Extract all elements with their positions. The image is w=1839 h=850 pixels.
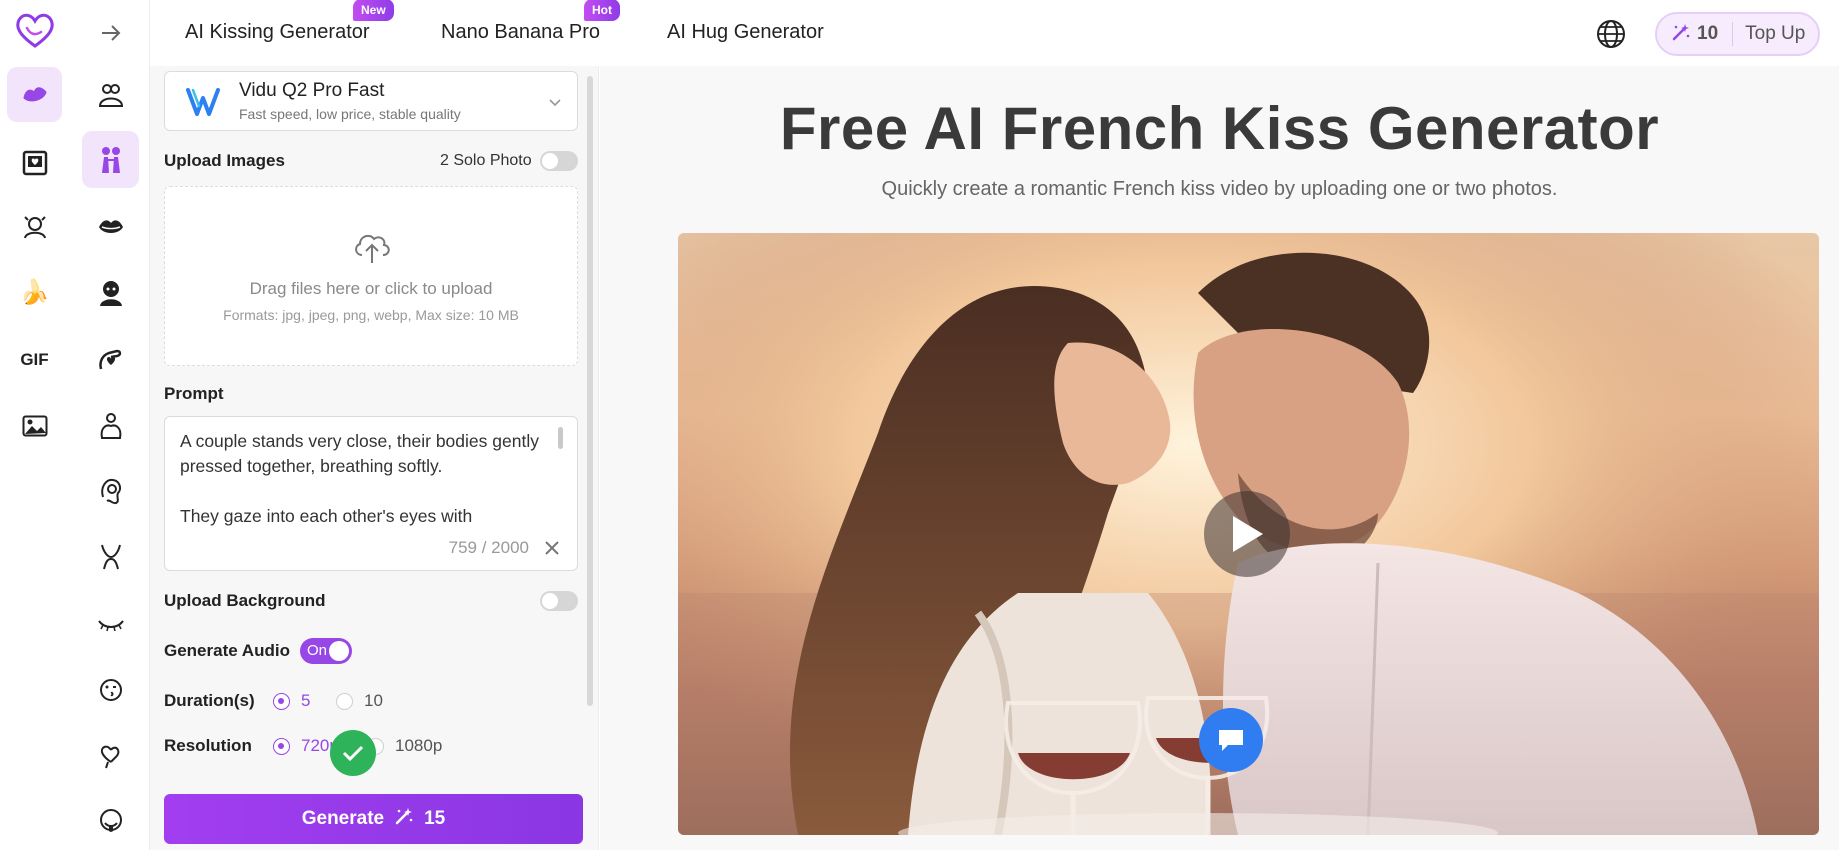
rail-kiss-lips-icon[interactable]: [7, 67, 62, 122]
language-globe-icon[interactable]: [1595, 18, 1627, 50]
solo-photo-toggle[interactable]: [540, 151, 578, 171]
vidu-logo-icon: [185, 86, 221, 118]
credits-topup-pill[interactable]: 10 Top Up: [1655, 12, 1820, 56]
clear-prompt-icon[interactable]: [543, 539, 561, 557]
duration-radio-5[interactable]: [273, 693, 290, 710]
generate-cost: 15: [424, 808, 446, 829]
model-select[interactable]: Vidu Q2 Pro Fast Fast speed, low price, …: [164, 71, 578, 131]
rail-hand-heart-icon[interactable]: [82, 331, 139, 388]
duration-radio-10[interactable]: [336, 693, 353, 710]
nav-link-ai-kissing-generator[interactable]: AI Kissing Generator: [185, 21, 370, 44]
generate-button[interactable]: Generate 15: [164, 794, 583, 844]
nav-link-label: AI Kissing Generator: [185, 21, 370, 43]
solo-photo-label: 2 Solo Photo: [440, 152, 532, 169]
rail-image-icon[interactable]: [7, 398, 62, 453]
rail-kiss-face-icon[interactable]: [82, 661, 139, 718]
image-upload-dropzone[interactable]: Drag files here or click to upload Forma…: [164, 186, 578, 366]
generator-form-panel: Vidu Q2 Pro Fast Fast speed, low price, …: [150, 66, 599, 850]
page-title: Free AI French Kiss Generator: [779, 95, 1660, 162]
chevron-down-icon: [547, 94, 563, 110]
rail-embrace-icon[interactable]: [82, 397, 139, 454]
play-button-icon[interactable]: [1204, 491, 1290, 577]
upload-formats: Formats: jpg, jpeg, png, webp, Max size:…: [223, 307, 519, 323]
expand-arrow-icon[interactable]: [82, 4, 139, 61]
rail-heart-hand-icon[interactable]: [82, 727, 139, 784]
resolution-option-1080p[interactable]: 1080p: [395, 736, 442, 756]
gif-label: GIF: [20, 349, 49, 369]
toggle-state: On: [307, 642, 328, 659]
upload-instruction: Drag files here or click to upload: [249, 279, 493, 298]
prompt-char-count: 759 / 2000: [448, 538, 529, 557]
rail-hair-icon[interactable]: [82, 462, 139, 519]
nav-link-nano-banana-pro[interactable]: Nano Banana Pro: [441, 21, 600, 44]
duration-option-5[interactable]: 5: [301, 691, 310, 711]
hot-badge: Hot: [584, 0, 620, 21]
upload-background-toggle[interactable]: [540, 591, 578, 611]
upload-images-label: Upload Images: [164, 151, 285, 170]
rail-person-icon[interactable]: [82, 264, 139, 321]
generate-audio-label: Generate Audio: [164, 641, 290, 660]
duration-label: Duration(s): [164, 691, 255, 710]
rail-couple-icon[interactable]: [82, 66, 139, 123]
primary-rail: 🍌 GIF: [0, 0, 70, 850]
cloud-upload-icon: [351, 229, 393, 265]
nav-link-label: Nano Banana Pro: [441, 21, 601, 43]
page-subtitle: Quickly create a romantic French kiss vi…: [881, 178, 1558, 200]
credits-count: 10: [1697, 23, 1719, 44]
rail-gif-item[interactable]: GIF: [7, 332, 62, 387]
prompt-scrollbar[interactable]: [558, 427, 563, 449]
magic-wand-icon: [394, 806, 414, 832]
nav-link-label: AI Hug Generator: [667, 21, 824, 43]
secondary-rail: [70, 0, 150, 850]
model-name: Vidu Q2 Pro Fast: [239, 80, 385, 101]
rail-banana-icon[interactable]: 🍌: [7, 265, 62, 320]
generate-label: Generate: [301, 808, 385, 829]
check-success-icon: [330, 730, 376, 776]
top-navigation: AI Kissing Generator New Nano Banana Pro…: [150, 0, 1839, 66]
rail-hug-couple-icon[interactable]: [82, 131, 139, 188]
heart-logo-icon[interactable]: [13, 10, 57, 50]
upload-background-label: Upload Background: [164, 591, 326, 610]
prompt-label: Prompt: [164, 384, 224, 403]
rail-photo-heart-icon[interactable]: [7, 135, 62, 190]
nav-link-ai-hug-generator[interactable]: AI Hug Generator: [667, 21, 824, 44]
duration-option-10[interactable]: 10: [364, 691, 383, 711]
generate-audio-toggle[interactable]: On: [300, 638, 352, 664]
rail-face-swap-icon[interactable]: [7, 199, 62, 254]
new-badge: New: [353, 0, 394, 21]
rail-tongue-face-icon[interactable]: [82, 793, 139, 850]
rail-lips-icon[interactable]: [82, 198, 139, 255]
resolution-radio-720p[interactable]: [273, 738, 290, 755]
panel-scrollbar[interactable]: [587, 76, 593, 706]
top-up-button[interactable]: Top Up: [1745, 23, 1805, 45]
chat-support-icon[interactable]: [1199, 708, 1263, 772]
resolution-label: Resolution: [164, 736, 252, 755]
prompt-text: A couple stands very close, their bodies…: [180, 431, 539, 526]
divider: [1732, 22, 1734, 46]
magic-wand-icon: [1671, 22, 1691, 47]
prompt-textarea[interactable]: A couple stands very close, their bodies…: [164, 416, 578, 571]
model-description: Fast speed, low price, stable quality: [239, 106, 461, 122]
rail-eye-closed-icon[interactable]: [82, 595, 139, 652]
rail-body-icon[interactable]: [82, 528, 139, 585]
